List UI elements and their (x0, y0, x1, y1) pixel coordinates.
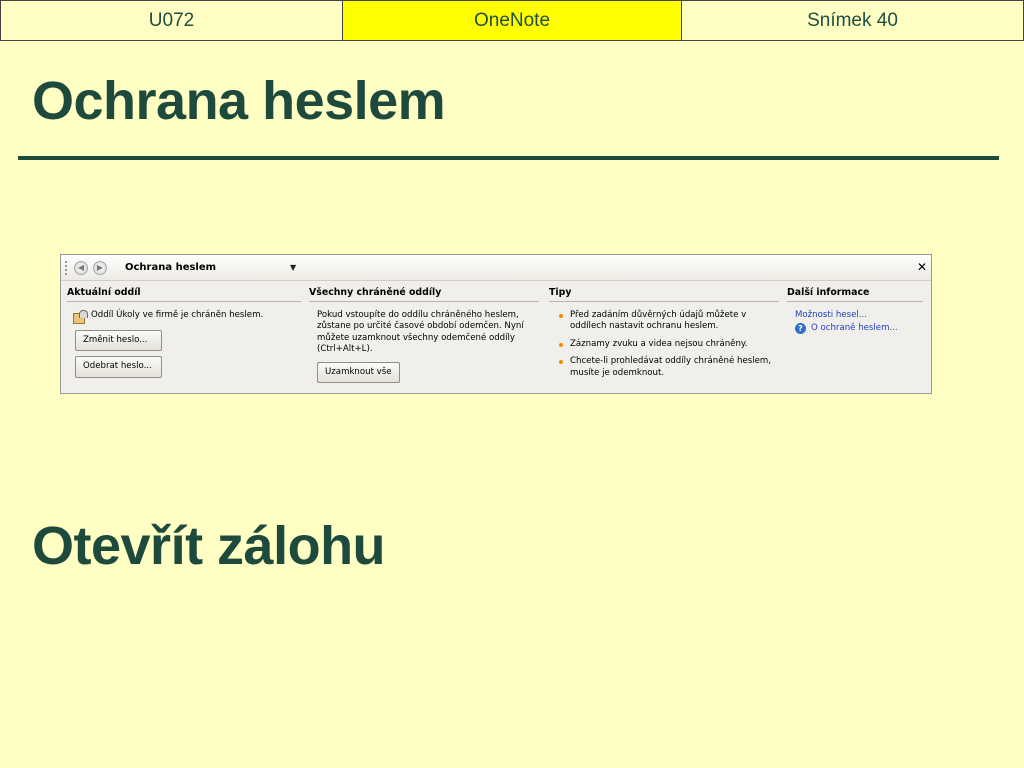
all-sections-description: Pokud vstoupíte do oddílu chráněného hes… (317, 309, 524, 355)
bullet-icon (559, 313, 563, 318)
pane-title: Ochrana heslem (125, 262, 217, 273)
tip-text: Záznamy zvuku a videa nejsou chráněny. (570, 338, 748, 349)
chevron-down-icon[interactable]: ▼ (290, 263, 296, 272)
password-options-link[interactable]: Možnosti hesel... (795, 310, 923, 322)
app-name: OneNote (343, 1, 682, 40)
forward-icon[interactable]: ▶ (93, 260, 107, 275)
all-sections-column: Všechny chráněné oddíly Pokud vstoupíte … (309, 287, 539, 385)
tips-heading: Tipy (549, 287, 779, 302)
bullet-icon (559, 342, 563, 347)
more-info-column: Další informace Možnosti hesel... ? O oc… (787, 287, 923, 385)
grip-handle[interactable] (65, 260, 69, 275)
close-icon[interactable]: ✕ (917, 261, 927, 273)
change-password-button[interactable]: Změnit heslo... (75, 329, 162, 351)
current-section-heading: Aktuální oddíl (67, 287, 301, 302)
heading-open-backup: Otevřít zálohu (32, 516, 386, 576)
lock-icon (73, 309, 88, 324)
tip-item: Záznamy zvuku a videa nejsou chráněny. (559, 339, 779, 351)
bullet-icon (559, 360, 563, 364)
section-status-text: Oddíl Úkoly ve firmě je chráněn heslem. (91, 309, 264, 320)
help-icon: ? (795, 323, 806, 335)
slide-number: Snímek 40 (682, 1, 1023, 40)
slide-header: U072 OneNote Snímek 40 (0, 0, 1024, 41)
tips-column: Tipy Před zadáním důvěrných údajů můžete… (549, 287, 779, 385)
title-divider (18, 156, 999, 160)
current-section-column: Aktuální oddíl Oddíl Úkoly ve firmě je c… (67, 287, 301, 385)
lock-all-button[interactable]: Uzamknout vše (317, 361, 400, 383)
pane-title-bar: ◀ ▶ Ochrana heslem ▼ ✕ (61, 255, 931, 281)
all-sections-heading: Všechny chráněné oddíly (309, 287, 539, 302)
heading-password-protection: Ochrana heslem (32, 71, 446, 131)
password-protection-pane: ◀ ▶ Ochrana heslem ▼ ✕ Aktuální oddíl Od… (60, 254, 932, 394)
about-protection-row[interactable]: ? O ochraně heslem... (795, 323, 923, 335)
tip-item: Před zadáním důvěrných údajů můžete v od… (559, 310, 779, 333)
remove-password-button[interactable]: Odebrat heslo... (75, 356, 162, 378)
tip-item: Chcete-li prohledávat oddíly chráněné he… (559, 356, 779, 379)
tip-text: Chcete-li prohledávat oddíly chráněné he… (570, 356, 771, 378)
section-status: Oddíl Úkoly ve firmě je chráněn heslem. (73, 309, 301, 324)
about-protection-link[interactable]: O ochraně heslem... (811, 323, 898, 335)
tip-text: Před zadáním důvěrných údajů můžete v od… (570, 309, 747, 332)
more-info-heading: Další informace (787, 287, 923, 302)
back-icon[interactable]: ◀ (74, 260, 88, 275)
pane-content: Aktuální oddíl Oddíl Úkoly ve firmě je c… (61, 281, 931, 385)
course-code: U072 (1, 1, 343, 40)
